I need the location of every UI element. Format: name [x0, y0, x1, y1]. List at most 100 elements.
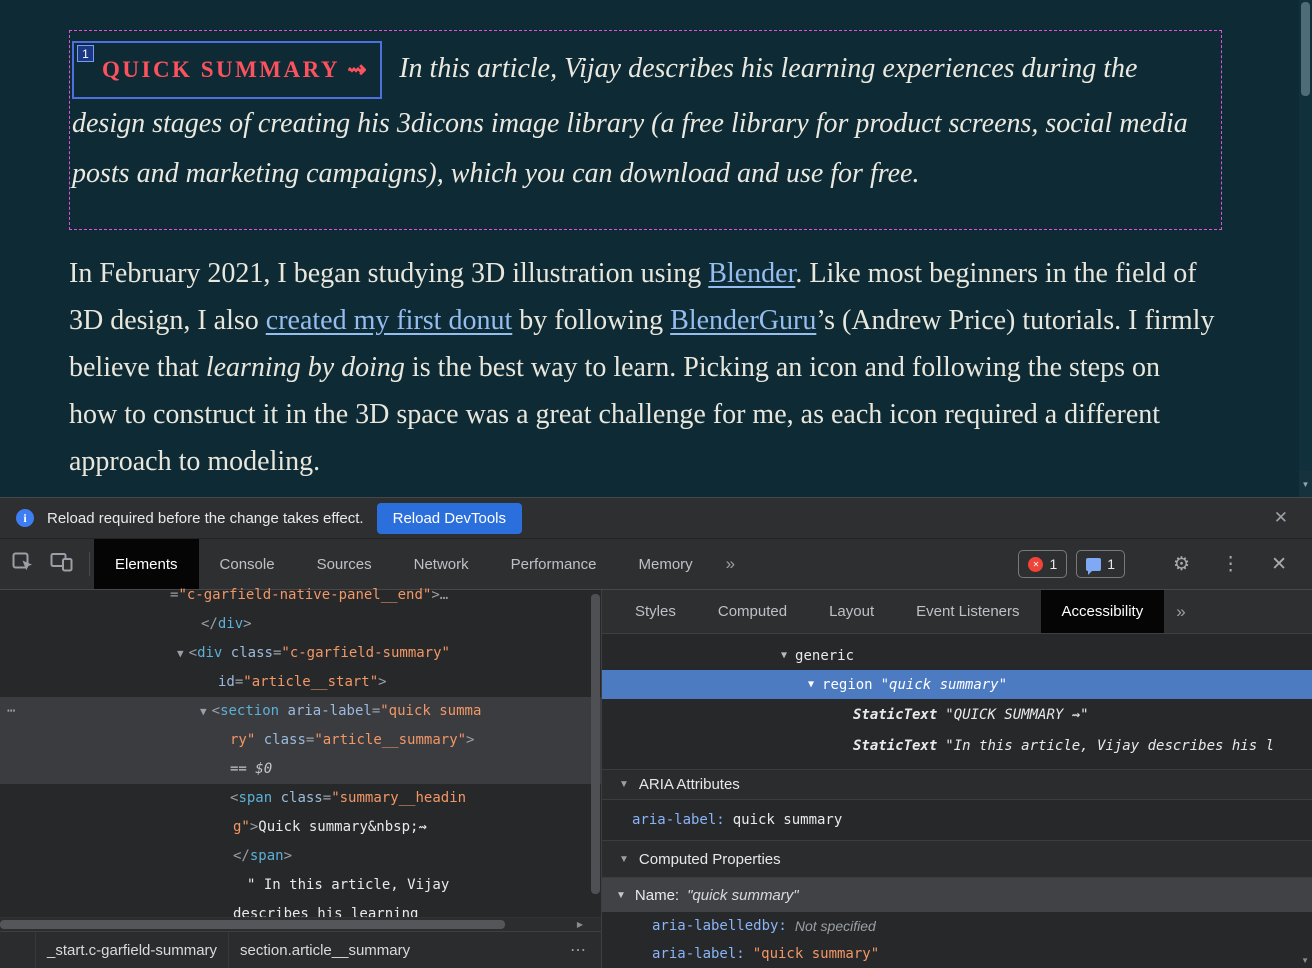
dom-token: "c-garfield-summary": [281, 645, 450, 661]
dom-tree-row[interactable]: " In this article, Vijay: [0, 871, 601, 900]
summary-text: 1 QUICK SUMMARY ⇝ In this article, Vijay…: [72, 41, 1203, 199]
dom-tree-row[interactable]: ▼<div class="c-garfield-summary": [0, 639, 601, 668]
ax-role: StaticText: [853, 738, 937, 754]
scroll-right-arrow-icon[interactable]: ▶: [577, 920, 583, 929]
info-icon: i: [16, 509, 34, 527]
aria-label-attribute-row[interactable]: aria-label: quick summary: [602, 800, 1312, 840]
breadcrumb-overflow-icon[interactable]: ⋯: [570, 940, 587, 960]
computed-name-row[interactable]: ▼ Name: "quick summary": [602, 878, 1312, 912]
tab-event-listeners[interactable]: Event Listeners: [895, 590, 1040, 633]
error-count-badge[interactable]: ✕ 1: [1018, 550, 1067, 578]
dom-token: Quick summary&nbsp;⇝: [258, 819, 427, 835]
dom-tree-row[interactable]: g">Quick summary&nbsp;⇝: [0, 813, 601, 842]
section-title: ARIA Attributes: [639, 776, 740, 793]
dom-tree-row[interactable]: describes his learning: [0, 900, 601, 917]
dom-token: span: [238, 790, 272, 806]
more-tabs-icon[interactable]: »: [714, 554, 747, 574]
property-key: aria-labelledby:: [652, 918, 787, 934]
dom-tree-row[interactable]: </div>: [0, 610, 601, 639]
property-value: "quick summary": [687, 887, 799, 904]
triangle-down-icon[interactable]: ▼: [619, 779, 629, 790]
dom-tree-row[interactable]: <span class="summary__headin: [0, 784, 601, 813]
dom-token: g": [233, 819, 250, 835]
scrollbar-thumb[interactable]: [1301, 2, 1310, 96]
more-actions-icon[interactable]: ⋯: [7, 697, 16, 726]
dom-tree-hscrollbar[interactable]: ▶: [0, 917, 601, 931]
tab-accessibility[interactable]: Accessibility: [1041, 590, 1165, 633]
quick-summary-section: 1 QUICK SUMMARY ⇝ In this article, Vijay…: [69, 30, 1222, 230]
issues-count-badge[interactable]: 1: [1076, 550, 1125, 578]
dom-tree-row[interactable]: ry" class="article__summary">: [0, 726, 601, 755]
dom-token: [279, 703, 287, 719]
scroll-down-arrow-icon[interactable]: ▼: [1299, 471, 1312, 497]
gear-icon[interactable]: ⚙: [1162, 553, 1201, 576]
scroll-down-arrow-icon[interactable]: ▼: [1301, 956, 1309, 965]
ax-role: StaticText: [853, 707, 937, 723]
computed-properties-header[interactable]: ▼ Computed Properties: [602, 840, 1312, 878]
dom-token: ▼: [177, 647, 184, 660]
tab-computed[interactable]: Computed: [697, 590, 808, 633]
ax-node-generic[interactable]: ▼ generic: [602, 641, 1312, 670]
ax-node-region[interactable]: ▼ region "quick summary": [602, 670, 1312, 699]
tab-memory[interactable]: Memory: [618, 539, 714, 589]
ax-node-statictext[interactable]: StaticText "QUICK SUMMARY ⇝": [602, 699, 1312, 730]
dom-tree-row[interactable]: ⋯▼<section aria-label="quick summa: [0, 697, 601, 726]
link-blender[interactable]: Blender: [708, 258, 795, 289]
kebab-menu-icon[interactable]: ⋮: [1210, 553, 1251, 576]
sidebar-tabs-bar: StylesComputedLayoutEvent ListenersAcces…: [602, 590, 1312, 634]
close-devtools-icon[interactable]: ✕: [1260, 553, 1298, 576]
inspect-element-icon[interactable]: [12, 552, 34, 576]
paragraph-text: by following: [512, 305, 670, 336]
triangle-down-icon[interactable]: ▼: [619, 854, 629, 865]
dom-tree-scrollbar-thumb[interactable]: [591, 594, 600, 894]
ax-node-statictext[interactable]: StaticText "In this article, Vijay descr…: [602, 730, 1312, 761]
section-title: Computed Properties: [639, 851, 781, 868]
ax-name: "quick summary": [881, 677, 1007, 693]
dom-token: [222, 645, 230, 661]
scrollbar-thumb[interactable]: [0, 920, 505, 929]
dom-token: aria-label: [288, 703, 372, 719]
dom-token: =: [372, 703, 380, 719]
dom-tree-row[interactable]: ="c-garfield-native-panel__end">…: [0, 581, 601, 610]
ax-value: "In this article, Vijay describes his l: [945, 738, 1274, 754]
tab-layout[interactable]: Layout: [808, 590, 895, 633]
dom-token: </: [233, 848, 250, 864]
error-icon: ✕: [1028, 557, 1043, 572]
aria-attributes-header[interactable]: ▼ ARIA Attributes: [602, 769, 1312, 800]
summary-heading: 1 QUICK SUMMARY ⇝: [72, 41, 382, 99]
dom-token: id: [218, 674, 235, 690]
chevron-down-icon[interactable]: ▼: [808, 679, 814, 690]
dom-token: >: [466, 732, 474, 748]
toolbar-separator: [89, 552, 90, 576]
more-sidebar-tabs-icon[interactable]: »: [1164, 602, 1197, 622]
reload-devtools-button[interactable]: Reload DevTools: [377, 503, 522, 534]
chevron-down-icon[interactable]: ▼: [781, 650, 787, 661]
infobar-message: Reload required before the change takes …: [47, 510, 364, 527]
dom-token: <: [189, 645, 197, 661]
web-page-viewport: 1 QUICK SUMMARY ⇝ In this article, Vijay…: [0, 0, 1312, 497]
property-value: "quick summary": [753, 946, 879, 962]
dom-tree-row[interactable]: </span>: [0, 842, 601, 871]
sidebar-panel: StylesComputedLayoutEvent ListenersAcces…: [602, 590, 1312, 968]
page-scrollbar[interactable]: ▼: [1299, 0, 1312, 497]
aria-labelledby-row[interactable]: aria-labelledby: Not specified: [602, 912, 1312, 940]
tab-styles[interactable]: Styles: [614, 590, 697, 633]
breadcrumb-item-section[interactable]: section.article__summary: [228, 932, 421, 968]
ax-role: generic: [795, 648, 854, 664]
triangle-down-icon[interactable]: ▼: [616, 890, 626, 901]
breadcrumb-item-summary-div[interactable]: _start.c-garfield-summary: [36, 932, 228, 968]
device-toolbar-icon[interactable]: [50, 552, 73, 576]
infobar-close-icon[interactable]: ✕: [1266, 504, 1296, 532]
dom-tree-row[interactable]: id="article__start">: [0, 668, 601, 697]
dom-token: ▼: [200, 705, 207, 718]
property-value: Not specified: [795, 918, 876, 934]
property-key: Name:: [635, 887, 679, 904]
dom-tree-row[interactable]: == $0: [0, 755, 601, 784]
dom-token: <: [212, 703, 220, 719]
dom-tree-rows: ="c-garfield-native-panel__end">…</div> ▼…: [0, 581, 601, 917]
link-first-donut[interactable]: created my first donut: [266, 305, 512, 336]
aria-label-row[interactable]: aria-label: "quick summary": [602, 940, 1312, 968]
link-blenderguru[interactable]: BlenderGuru: [670, 305, 816, 336]
property-key: aria-label:: [652, 946, 745, 962]
dom-token: " In this article, Vijay: [247, 877, 449, 893]
